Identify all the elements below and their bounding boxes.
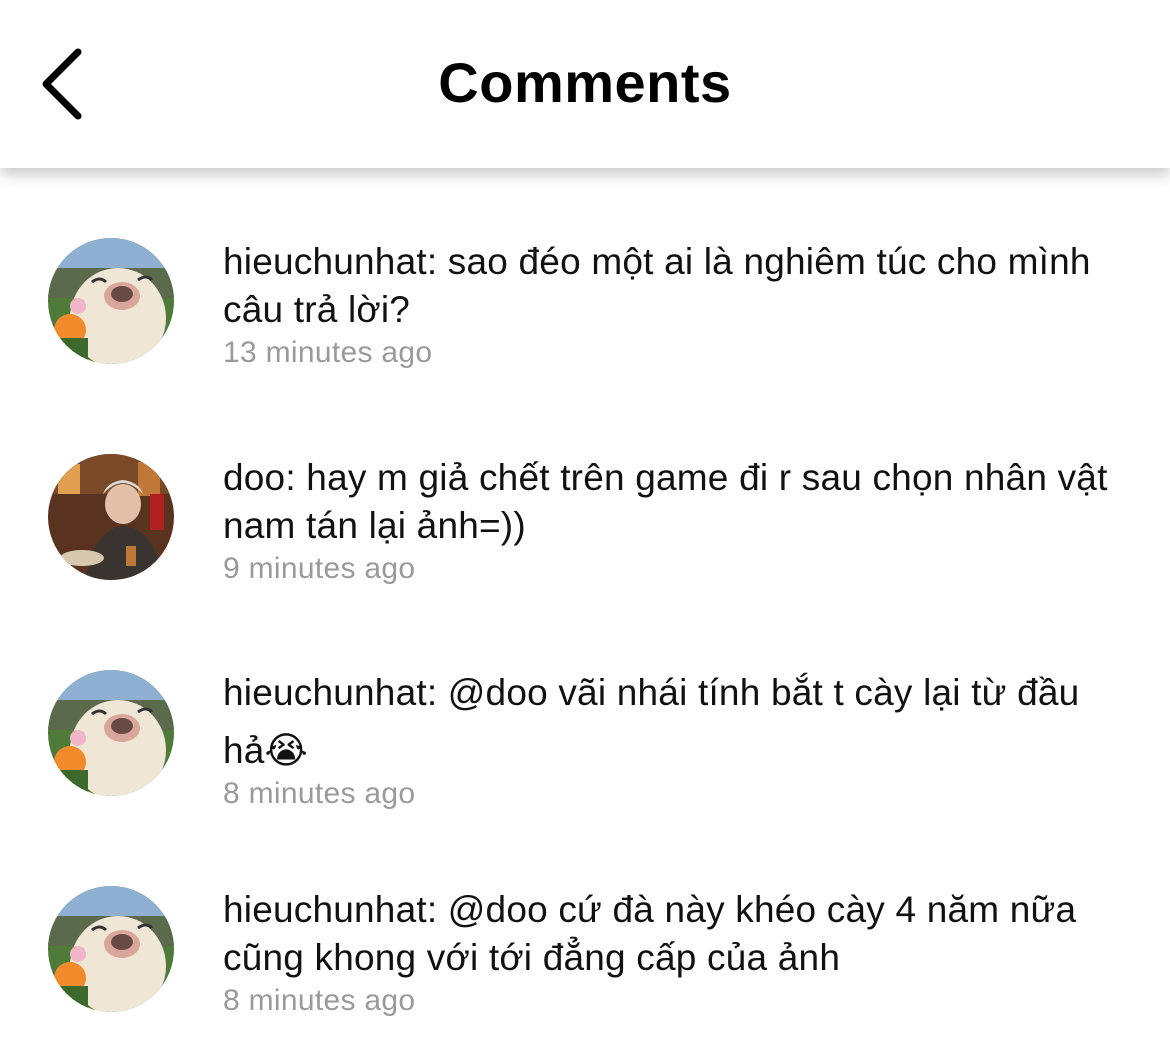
comment-timestamp: 13 minutes ago [223,336,433,369]
header: Comments [0,0,1170,168]
page-title: Comments [438,51,732,114]
dog-avatar[interactable] [48,238,174,364]
comment-text: hieuchunhat: @doo cứ đà này khéo cày 4 n… [223,889,1077,978]
comment-text: doo: hay m giả chết trên game đi r sau c… [223,457,1108,546]
comment-text: hieuchunhat: sao đéo một ai là nghiêm tú… [223,241,1091,330]
comment-timestamp: 8 minutes ago [223,777,416,810]
dog-avatar[interactable] [48,670,174,796]
comment-timestamp: 8 minutes ago [223,984,416,1017]
dog-avatar[interactable] [48,886,174,1012]
person-avatar[interactable] [48,454,174,580]
comment-timestamp: 9 minutes ago [223,552,416,585]
comment-text: hieuchunhat: @doo vãi nhái tính bắt t cà… [223,672,1080,771]
